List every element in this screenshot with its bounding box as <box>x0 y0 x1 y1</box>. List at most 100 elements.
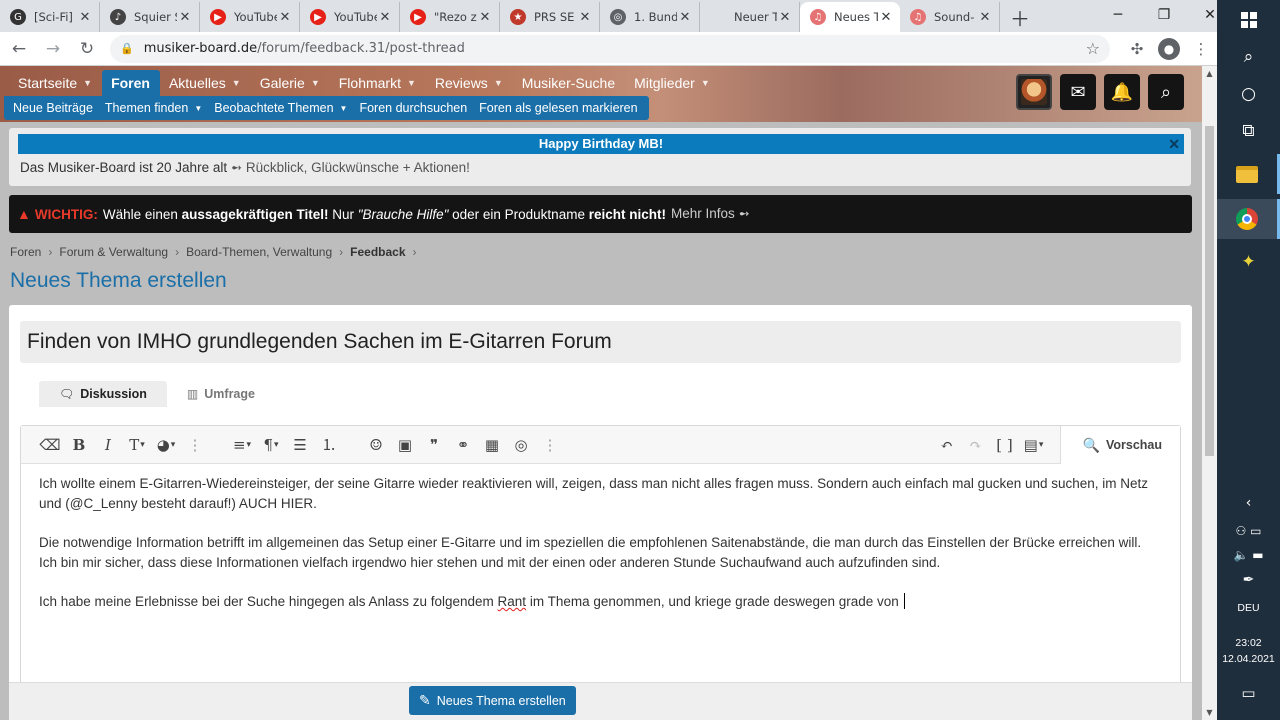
chevron-left-icon[interactable]: ‹ <box>1217 488 1280 518</box>
preview-button[interactable]: 🔍 Vorschau <box>1059 426 1180 464</box>
subnav-item[interactable]: Foren durchsuchen <box>354 101 474 115</box>
minimize-button[interactable]: ─ <box>1095 0 1141 30</box>
cortana-icon[interactable]: ○ <box>1217 74 1280 114</box>
close-tab-icon[interactable]: ✕ <box>177 9 193 25</box>
browser-tab[interactable]: ♫ Sound- ✕ <box>900 2 1000 32</box>
scrollbar-thumb[interactable] <box>1205 126 1214 456</box>
tab-poll[interactable]: ▥ Umfrage <box>167 381 275 407</box>
browser-tab[interactable]: ▶ YouTube ✕ <box>300 2 400 32</box>
pen-icon[interactable]: ✒ <box>1217 566 1280 594</box>
clock-time[interactable]: 23:02 <box>1217 637 1280 649</box>
volume-battery-icon[interactable]: 🔈 ▬ <box>1217 542 1280 568</box>
align-icon[interactable]: ≡ <box>229 432 255 458</box>
close-tab-icon[interactable]: ✕ <box>878 9 894 25</box>
text-size-icon[interactable]: T <box>124 432 150 458</box>
page-scrollbar[interactable]: ▲ ▼ <box>1202 66 1217 720</box>
media-icon[interactable]: ▦ <box>479 432 505 458</box>
more-info-link[interactable]: Mehr Infos ➻ <box>671 206 750 222</box>
nav-item[interactable]: Reviews ▼ <box>426 70 513 96</box>
chevron-down-icon[interactable]: ▼ <box>407 78 416 88</box>
chrome-taskbar-button[interactable] <box>1217 199 1280 239</box>
close-tab-icon[interactable]: ✕ <box>777 9 793 25</box>
quote-icon[interactable]: ❞ <box>421 432 447 458</box>
nav-item[interactable]: Musiker-Suche <box>513 70 625 96</box>
close-tab-icon[interactable]: ✕ <box>277 9 293 25</box>
reload-button[interactable]: ↻ <box>72 34 102 64</box>
nav-item[interactable]: Aktuelles ▼ <box>160 70 251 96</box>
scroll-up-icon[interactable]: ▲ <box>1202 66 1217 81</box>
start-button[interactable] <box>1217 0 1280 40</box>
bbcode-toggle-icon[interactable]: [ ] <box>992 432 1018 458</box>
subnav-item[interactable]: Themen finden ▼ <box>100 101 209 115</box>
back-button[interactable]: ← <box>4 34 34 64</box>
chevron-down-icon[interactable]: ▼ <box>494 78 503 88</box>
browser-tab[interactable]: ♫ Neues T ✕ <box>800 2 900 32</box>
messages-envelope-icon[interactable]: ✉ <box>1060 74 1096 110</box>
profile-button[interactable]: ● <box>1154 34 1184 64</box>
forward-button[interactable]: → <box>38 34 68 64</box>
eraser-icon[interactable]: ⌫ <box>37 432 63 458</box>
bookmark-star-icon[interactable]: ☆ <box>1086 39 1100 58</box>
more-options-icon[interactable]: ⋮ <box>182 432 208 458</box>
user-avatar[interactable] <box>1016 74 1052 110</box>
close-icon[interactable]: ✕ <box>1168 134 1180 154</box>
chevron-down-icon[interactable]: ▼ <box>701 78 710 88</box>
undo-icon[interactable]: ↶ <box>934 432 960 458</box>
address-bar[interactable]: 🔒 musiker-board.de/forum/feedback.31/pos… <box>110 34 1110 63</box>
palette-icon[interactable]: ◕ <box>153 432 179 458</box>
app-taskbar-button[interactable]: ✦ <box>1217 242 1280 282</box>
link-icon[interactable]: ⚭ <box>450 432 476 458</box>
redo-icon[interactable]: ↷ <box>963 432 989 458</box>
close-tab-icon[interactable]: ✕ <box>377 9 393 25</box>
nav-item[interactable]: Startseite ▼ <box>9 70 102 96</box>
message-body-input[interactable]: Ich wollte einem E-Gitarren-Wiedereinste… <box>21 464 1180 641</box>
nav-item[interactable]: Flohmarkt ▼ <box>330 70 426 96</box>
restore-button[interactable]: ❐ <box>1141 0 1187 30</box>
tray-people-icon[interactable]: ⚇ ▭ <box>1217 518 1280 544</box>
browser-tab[interactable]: ▶ "Rezo ze✕ <box>400 2 500 32</box>
paragraph-icon[interactable]: ¶ <box>258 432 284 458</box>
alerts-bell-icon[interactable]: 🔔 <box>1104 74 1140 110</box>
nav-item[interactable]: Mitglieder ▼ <box>625 70 720 96</box>
close-tab-icon[interactable]: ✕ <box>77 9 93 25</box>
task-view-icon[interactable]: ⧉ <box>1217 111 1280 151</box>
chevron-down-icon[interactable]: ▼ <box>311 78 320 88</box>
subnav-item[interactable]: Beobachtete Themen ▼ <box>209 101 354 115</box>
spoiler-eye-slash-icon[interactable]: ◎ <box>508 432 534 458</box>
close-tab-icon[interactable]: ✕ <box>577 9 593 25</box>
close-tab-icon[interactable]: ✕ <box>477 9 493 25</box>
scroll-down-icon[interactable]: ▼ <box>1202 705 1217 720</box>
browser-tab[interactable]: ◎ 1. Bunde✕ <box>600 2 700 32</box>
notifications-icon[interactable]: ▭ <box>1217 676 1280 710</box>
close-tab-icon[interactable]: ✕ <box>977 9 993 25</box>
breadcrumb-item[interactable]: Board-Themen, Verwaltung <box>186 245 332 259</box>
browser-tab[interactable]: ♪ Squier S✕ <box>100 2 200 32</box>
chevron-down-icon[interactable]: ▼ <box>194 104 202 113</box>
nav-item[interactable]: Galerie ▼ <box>251 70 330 96</box>
emoji-icon[interactable]: ☺ <box>363 432 389 458</box>
italic-icon[interactable]: I <box>95 432 121 458</box>
numbered-list-icon[interactable]: ⒈ <box>316 432 342 458</box>
clock-date[interactable]: 12.04.2021 <box>1217 653 1280 665</box>
chevron-down-icon[interactable]: ▼ <box>340 104 348 113</box>
breadcrumb-item[interactable]: Forum & Verwaltung <box>59 245 168 259</box>
bullet-list-icon[interactable]: ☰ <box>287 432 313 458</box>
create-thread-button[interactable]: ✎ Neues Thema erstellen <box>409 686 576 715</box>
browser-tab[interactable]: Neuer Tab✕ <box>700 2 800 32</box>
search-icon[interactable]: ⌕ <box>1217 37 1280 77</box>
search-icon[interactable]: ⌕ <box>1148 74 1184 110</box>
chevron-down-icon[interactable]: ▼ <box>83 78 92 88</box>
breadcrumb-item[interactable]: Feedback <box>350 245 405 259</box>
file-explorer-button[interactable] <box>1217 154 1280 194</box>
more-options-icon[interactable]: ⋮ <box>537 432 563 458</box>
subnav-item[interactable]: Neue Beiträge <box>8 101 100 115</box>
image-icon[interactable]: ▣ <box>392 432 418 458</box>
browser-tab[interactable]: G [Sci-Fi] N✕ <box>0 2 100 32</box>
input-language[interactable]: DEU <box>1217 602 1280 614</box>
new-tab-button[interactable]: ＋ <box>1006 3 1034 31</box>
bold-icon[interactable]: B <box>66 432 92 458</box>
browser-menu-icon[interactable]: ⋮ <box>1186 34 1216 64</box>
extensions-icon[interactable]: ✣ <box>1122 34 1152 64</box>
tab-discussion[interactable]: 🗨 Diskussion <box>39 381 167 407</box>
close-tab-icon[interactable]: ✕ <box>677 9 693 25</box>
